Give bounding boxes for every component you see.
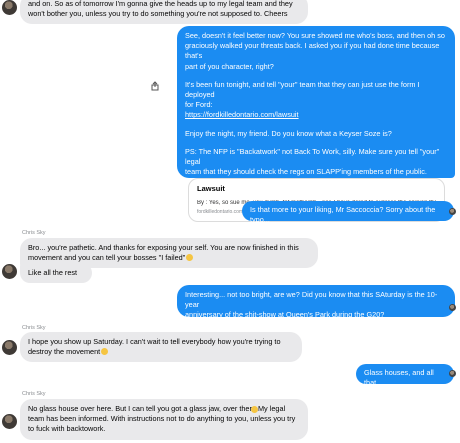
message-bubble-outgoing[interactable]: Interesting... not too bright, are we? D…: [177, 285, 455, 319]
seen-avatar: [449, 208, 456, 215]
seen-avatar: [449, 370, 456, 377]
message-text: I hope you show up Saturday. I can't wai…: [28, 337, 281, 357]
sender-name: Chris Sky: [22, 325, 46, 331]
sender-name: Chris Sky: [22, 391, 46, 397]
share-icon[interactable]: [150, 81, 160, 91]
avatar[interactable]: [2, 340, 17, 355]
avatar[interactable]: [2, 264, 17, 279]
sender-name: Chris Sky: [22, 230, 46, 236]
message-bubble-outgoing[interactable]: See, doesn't it feel better now? You sur…: [177, 26, 455, 178]
smiley-emoji: [101, 348, 109, 356]
message-paragraph: Enjoy the night, my friend. Do you know …: [185, 128, 392, 138]
message-bubble-incoming[interactable]: No glass house over here. But I can tell…: [20, 399, 308, 440]
message-bubble-incoming[interactable]: I hope you show up Saturday. I can't wai…: [20, 332, 302, 363]
message-bubble-outgoing[interactable]: Glass houses, and all that.: [356, 364, 454, 387]
link-card-title: Lawsuit: [197, 184, 225, 193]
message-text: and on. So as of tomorrow I'm gonna give…: [28, 0, 293, 19]
smiley-emoji: [186, 254, 194, 262]
message-text: Interesting... not too bright, are we? D…: [185, 290, 438, 320]
avatar[interactable]: [2, 414, 17, 429]
message-text: Bro... you're pathetic. And thanks for e…: [28, 243, 299, 263]
smiley-emoji: [251, 406, 258, 413]
avatar[interactable]: [2, 0, 17, 15]
message-text: No glass house over here. But I can tell…: [28, 404, 296, 434]
message-text: Glass houses, and all that.: [364, 368, 434, 388]
message-paragraph: See, doesn't it feel better now? You sur…: [185, 31, 445, 71]
message-bubble-outgoing[interactable]: Is that more to your liking, Mr Saccocci…: [242, 201, 454, 224]
message-text: Is that more to your liking, Mr Saccocci…: [250, 205, 436, 225]
message-text: Like all the rest: [28, 268, 78, 277]
lawsuit-link[interactable]: https://fordkilledontario.com/lawsuit: [185, 110, 447, 120]
seen-avatar: [449, 304, 456, 311]
message-bubble-incoming[interactable]: Like all the rest: [20, 263, 92, 284]
message-paragraph: PS: The NFP is "Backatwork" not Back To …: [185, 146, 440, 177]
message-paragraph: It's been fun tonight, and tell "your" t…: [185, 79, 420, 110]
message-bubble-incoming[interactable]: and on. So as of tomorrow I'm gonna give…: [20, 0, 308, 25]
